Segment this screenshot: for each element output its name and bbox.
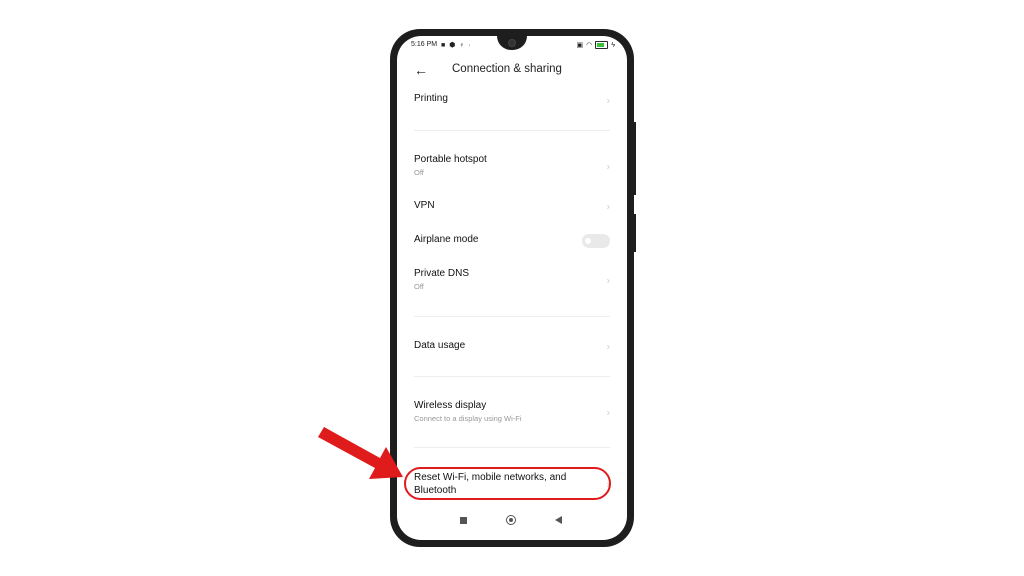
charging-icon: ϟ: [611, 41, 615, 49]
item-label: Data usage: [414, 340, 466, 351]
list-item-airplane-mode[interactable]: Airplane mode: [414, 234, 610, 248]
navigation-bar: [397, 514, 627, 528]
divider: [414, 316, 610, 317]
chevron-right-icon: ›: [606, 341, 610, 353]
page-title: Connection & sharing: [452, 63, 562, 75]
list-item-printing[interactable]: Printing ›: [414, 93, 610, 109]
highlight-annotation: [404, 467, 611, 500]
list-item-data-usage[interactable]: Data usage ›: [414, 340, 610, 354]
page-header: ← Connection & sharing: [397, 62, 627, 78]
divider: [414, 376, 610, 377]
home-button[interactable]: [506, 515, 516, 525]
item-label: Wireless display: [414, 400, 487, 411]
divider: [414, 447, 610, 448]
item-label: Airplane mode: [414, 234, 479, 245]
item-label: Printing: [414, 93, 448, 104]
recents-button[interactable]: [460, 517, 467, 524]
divider: [414, 130, 610, 131]
item-label: VPN: [414, 200, 435, 211]
back-button[interactable]: [555, 516, 562, 524]
back-arrow-icon[interactable]: ←: [414, 62, 428, 78]
location-icon: ♀: [459, 42, 466, 49]
status-time: 5:16 PM: [411, 41, 438, 48]
sim-icon: ▣: [576, 42, 584, 49]
list-item-wireless-display[interactable]: Wireless display Connect to a display us…: [414, 400, 610, 426]
battery-icon: [595, 41, 609, 49]
item-subtitle: Off: [414, 168, 424, 177]
wifi-icon: ◠: [586, 42, 593, 49]
item-subtitle: Off: [414, 282, 424, 291]
airplane-mode-toggle[interactable]: [582, 234, 610, 248]
video-icon: ■: [441, 42, 447, 49]
item-label: Portable hotspot: [414, 154, 487, 165]
phone-screen: 5:16 PM ■ ⬢ ♀ · ▣ ◠ ϟ ← Connection & sha…: [397, 36, 627, 540]
list-item-vpn[interactable]: VPN ›: [414, 200, 610, 214]
chevron-right-icon: ›: [606, 161, 610, 173]
chevron-right-icon: ›: [606, 275, 610, 287]
item-label: Private DNS: [414, 268, 470, 279]
chevron-right-icon: ›: [606, 95, 610, 107]
volume-button: [632, 122, 636, 195]
chevron-right-icon: ›: [606, 407, 610, 419]
list-item-private-dns[interactable]: Private DNS Off ›: [414, 268, 610, 294]
item-subtitle: Connect to a display using Wi-Fi: [414, 414, 522, 423]
status-bar: 5:16 PM ■ ⬢ ♀ · ▣ ◠ ϟ: [411, 41, 615, 51]
dot-icon: ·: [468, 42, 472, 49]
shield-icon: ⬢: [449, 42, 457, 49]
chevron-right-icon: ›: [606, 201, 610, 213]
power-button: [632, 214, 636, 252]
list-item-portable-hotspot[interactable]: Portable hotspot Off ›: [414, 154, 610, 180]
